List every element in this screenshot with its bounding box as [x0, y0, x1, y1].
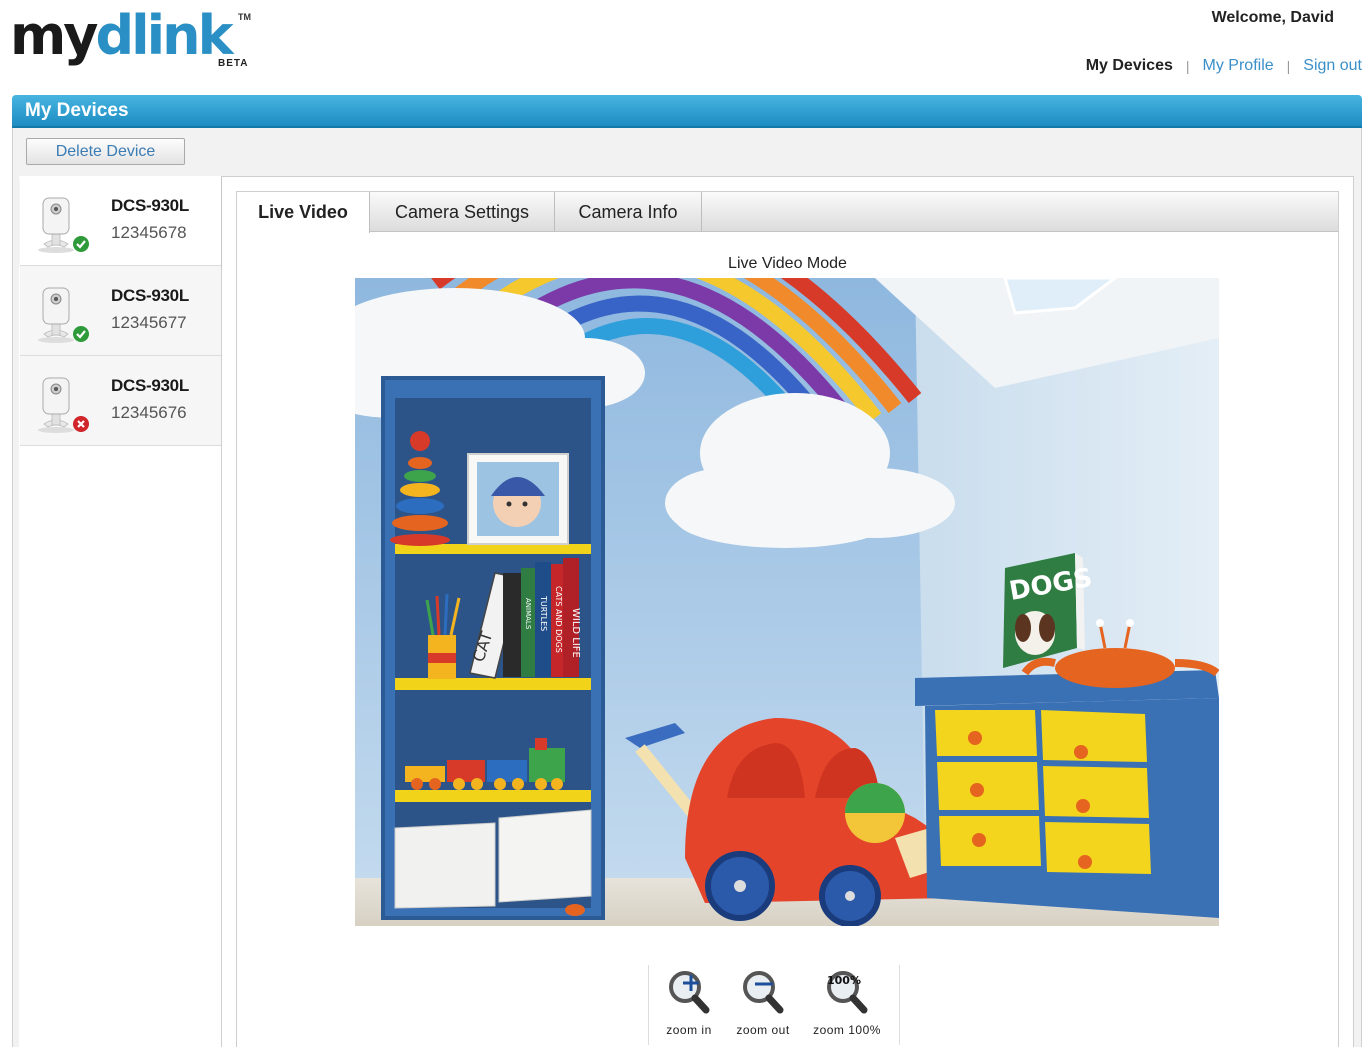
live-video-mode-label: Live Video Mode [728, 255, 847, 272]
tab-camera-settings[interactable]: Camera Settings [370, 192, 555, 232]
zoom-100-label: zoom 100% [813, 1023, 881, 1037]
device-serial: 12345676 [111, 403, 187, 422]
book-spine-text: WILD LIFE [570, 608, 581, 658]
nav-separator: | [1286, 58, 1291, 74]
zoom-100-button[interactable]: 100% zoom 100% [807, 965, 887, 1045]
zoom-100-icon: 100% [827, 971, 868, 1014]
device-list-item[interactable]: DCS-930L 12345678 [20, 176, 221, 266]
zoom-in-icon [669, 971, 710, 1014]
nav-my-profile-link[interactable]: My Profile [1203, 57, 1274, 75]
device-serial: 12345678 [111, 223, 187, 242]
nursery-scene-image: WILD LIFE CATS AND DOGS TURTLES ANIMALS … [355, 278, 1219, 926]
zoom-100-glyph: 100% [827, 974, 861, 987]
mydlink-logo[interactable]: mydlink TM BETA [10, 6, 255, 72]
book-spine-text: TURTLES [539, 595, 548, 631]
device-list-item[interactable]: DCS-930L 12345676 [20, 356, 221, 446]
zoom-in-button[interactable]: zoom in [649, 965, 729, 1045]
book-spine-text: CATS AND DOGS [554, 586, 563, 653]
camera-icon [38, 377, 89, 433]
section-title-bar: My Devices [12, 95, 1362, 128]
zoom-controls: zoom in zoom out 100% zoom 100% [648, 965, 900, 1045]
tab-live-video[interactable]: Live Video [237, 192, 370, 233]
delete-device-button[interactable]: Delete Device [26, 138, 185, 165]
section-title: My Devices [25, 100, 129, 121]
device-list: DCS-930L 12345678 DCS-930L 12345677 DCS- [19, 176, 222, 1047]
zoom-out-button[interactable]: zoom out [723, 965, 803, 1045]
top-navigation: My Devices | My Profile | Sign out [1086, 57, 1362, 75]
online-check-icon [73, 326, 89, 342]
logo-my-text: my [10, 4, 98, 67]
zoom-out-label: zoom out [736, 1023, 790, 1037]
nav-sign-out-link[interactable]: Sign out [1303, 57, 1362, 75]
zoom-out-icon [743, 971, 784, 1014]
logo-beta: BETA [218, 58, 249, 69]
nav-my-devices[interactable]: My Devices [1086, 57, 1173, 75]
zoom-in-label: zoom in [666, 1023, 712, 1037]
tab-camera-info[interactable]: Camera Info [555, 192, 702, 232]
online-check-icon [73, 236, 89, 252]
device-list-item[interactable]: DCS-930L 12345677 [20, 266, 221, 356]
tab-bar: Live Video Camera Settings Camera Info [237, 192, 1338, 233]
camera-icon [38, 287, 89, 343]
camera-icon [38, 197, 89, 253]
device-model: DCS-930L [111, 376, 189, 395]
logo-dlink-text: dlink [95, 4, 233, 67]
nav-separator: | [1185, 58, 1190, 74]
live-video-feed[interactable]: WILD LIFE CATS AND DOGS TURTLES ANIMALS … [355, 278, 1219, 926]
device-model: DCS-930L [111, 196, 189, 215]
logo-trademark: TM [238, 12, 251, 22]
device-serial: 12345677 [111, 313, 187, 332]
book-spine-text: ANIMALS [524, 598, 532, 630]
device-model: DCS-930L [111, 286, 189, 305]
welcome-message: Welcome, David [1211, 9, 1334, 26]
